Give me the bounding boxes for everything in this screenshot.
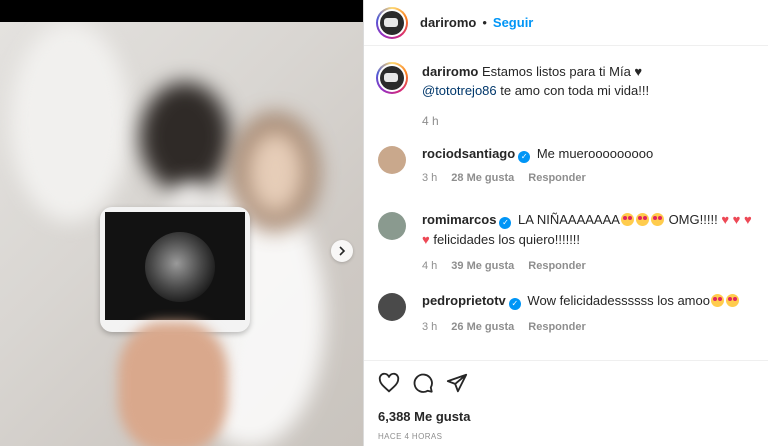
photo-top-bar	[0, 0, 363, 22]
post-sidebar: dariromo • Seguir dariromo Estamos listo…	[364, 0, 768, 446]
red-heart-icon: ♥	[422, 232, 430, 247]
comment-text: Wow felicidadessssss los amoo	[527, 293, 710, 308]
comment-icon[interactable]	[412, 372, 434, 394]
comment-username[interactable]: pedroprietotv	[422, 293, 506, 308]
chevron-right-icon	[339, 246, 346, 256]
comment-username[interactable]: rociodsantiago	[422, 146, 515, 161]
verified-icon: ✓	[518, 151, 531, 163]
post-date: HACE 4 HORAS	[378, 432, 443, 441]
reply-button[interactable]: Responder	[528, 172, 585, 184]
heart-eyes-emoji-icon	[650, 213, 664, 226]
author-avatar[interactable]	[376, 6, 408, 39]
post-header: dariromo • Seguir	[364, 0, 768, 46]
separator-dot: •	[482, 15, 487, 30]
caption-time: 4 h	[422, 114, 439, 128]
comment-text: LA NIÑAAAAAAA	[518, 212, 620, 227]
reply-button[interactable]: Responder	[528, 321, 585, 333]
comment-time: 3 h	[422, 172, 438, 184]
follow-button[interactable]: Seguir	[493, 15, 533, 30]
comment-item: pedroprietotv ✓ Wow felicidadessssss los …	[376, 291, 768, 333]
heart-eyes-emoji-icon	[635, 213, 649, 226]
verified-icon: ✓	[508, 298, 521, 310]
heart-icon[interactable]	[378, 372, 400, 394]
heart-eyes-emoji-icon	[725, 294, 739, 307]
comment-likes[interactable]: 39 Me gusta	[451, 260, 514, 272]
caption-mention[interactable]: @tototrejo86	[422, 83, 497, 98]
share-icon[interactable]	[446, 372, 468, 394]
verified-icon: ✓	[499, 217, 512, 229]
comment-text: Me muerooooooooo	[536, 146, 654, 161]
caption-avatar[interactable]	[376, 62, 408, 94]
comment-item: rociodsantiago ✓ Me muerooooooooo 3 h 28 …	[376, 144, 768, 184]
comment-likes[interactable]: 26 Me gusta	[451, 321, 514, 333]
comment-likes[interactable]: 28 Me gusta	[451, 172, 514, 184]
comment-text-omg: OMG!!!!!	[668, 212, 718, 227]
likes-count[interactable]: 6,388 Me gusta	[378, 409, 471, 424]
reply-button[interactable]: Responder	[528, 260, 585, 272]
action-bar	[378, 372, 468, 394]
caption: dariromo Estamos listos para ti Mía ♥ @t…	[376, 62, 766, 131]
heart-eyes-emoji-icon	[620, 213, 634, 226]
heart-eyes-emoji-icon	[710, 294, 724, 307]
comment-avatar[interactable]	[378, 212, 406, 240]
comment-time: 3 h	[422, 321, 438, 333]
comment-avatar[interactable]	[378, 146, 406, 174]
caption-rest: te amo con toda mi vida!!!	[496, 83, 650, 98]
ultrasound-image	[100, 207, 250, 332]
comment-text-2: felicidades los quiero!!!!!!!	[433, 232, 581, 247]
caption-text: Estamos listos para ti Mía ♥	[481, 64, 643, 79]
comment-time: 4 h	[422, 260, 438, 272]
author-username[interactable]: dariromo	[420, 15, 476, 30]
actions-divider	[364, 360, 768, 361]
comment-avatar[interactable]	[378, 293, 406, 321]
comment-username[interactable]: romimarcos	[422, 212, 496, 227]
post-photo[interactable]	[0, 22, 363, 446]
instagram-post: dariromo • Seguir dariromo Estamos listo…	[0, 0, 768, 446]
next-image-button[interactable]	[331, 240, 353, 262]
comment-item: romimarcos ✓ LA NIÑAAAAAAA OMG!!!!! ♥ ♥ ♥…	[376, 210, 768, 272]
red-heart-icon: ♥ ♥ ♥	[721, 212, 752, 227]
caption-username[interactable]: dariromo	[422, 64, 478, 79]
